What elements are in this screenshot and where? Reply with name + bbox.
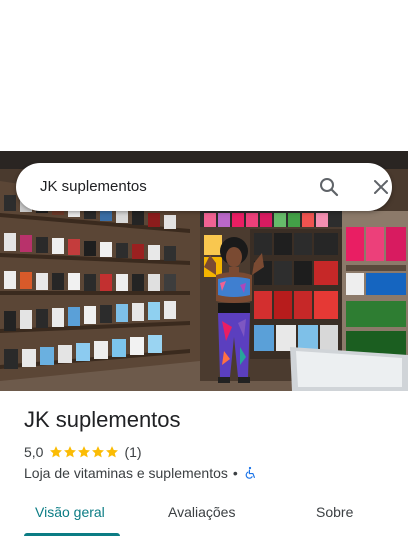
- star-icon: [78, 446, 91, 458]
- search-bar[interactable]: JK suplementos: [16, 163, 392, 211]
- star-icon: [92, 446, 105, 458]
- rating-stars: [49, 445, 119, 459]
- place-title: JK suplementos: [24, 407, 181, 432]
- rating-value: 5,0: [24, 444, 44, 460]
- place-tabs: Visão geral Avaliações Sobre: [0, 496, 408, 542]
- category-row: Loja de vitaminas e suplementos •: [24, 464, 257, 482]
- separator: •: [232, 465, 238, 481]
- review-count[interactable]: (1): [124, 444, 141, 460]
- star-icon: [64, 446, 77, 458]
- active-tab-indicator: [24, 533, 120, 536]
- map-area-blank: [0, 0, 408, 151]
- tab-reviews[interactable]: Avaliações: [168, 504, 235, 520]
- rating-row[interactable]: 5,0 (1): [24, 443, 142, 461]
- tab-about[interactable]: Sobre: [316, 504, 353, 520]
- star-icon: [106, 446, 119, 458]
- search-input[interactable]: JK suplementos: [40, 178, 147, 195]
- close-icon[interactable]: [369, 175, 393, 199]
- tab-overview[interactable]: Visão geral: [35, 504, 105, 520]
- search-icon[interactable]: [317, 175, 341, 199]
- wheelchair-accessible-icon: [245, 466, 255, 479]
- place-category: Loja de vitaminas e suplementos: [24, 465, 228, 481]
- star-icon: [50, 446, 63, 458]
